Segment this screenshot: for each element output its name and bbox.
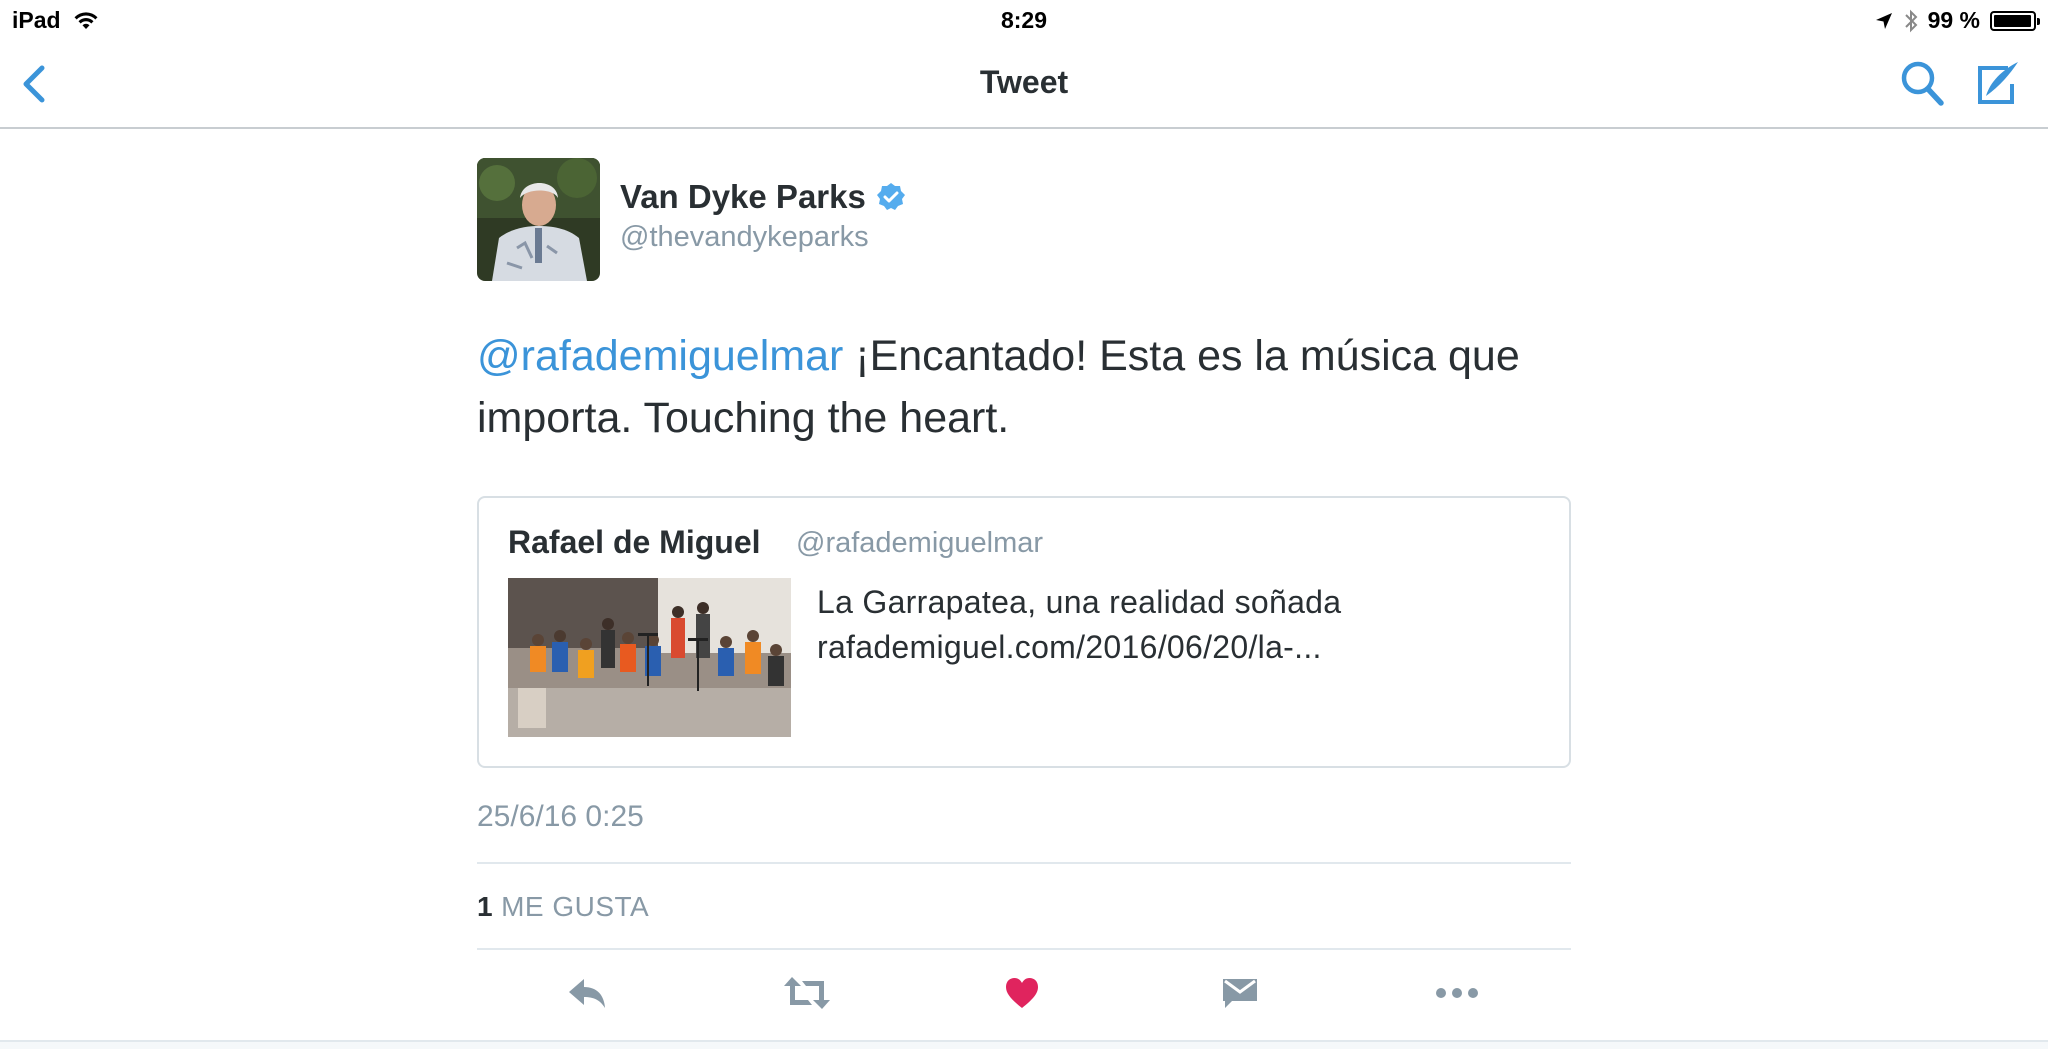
quote-link-title: La Garrapatea, una realidad soñada <box>817 584 1342 620</box>
tweet-timestamp: 25/6/16 0:25 <box>477 800 644 833</box>
quote-link-url[interactable]: rafademiguel.com/2016/06/20/la-... <box>817 629 1322 666</box>
retweet-button[interactable] <box>779 968 835 1018</box>
battery-percent: 99 % <box>1927 7 1980 33</box>
bottom-bar <box>0 1040 2048 1049</box>
heart-icon <box>1006 978 1038 1008</box>
navigation-bar: Tweet <box>0 40 2048 129</box>
search-icon[interactable] <box>1898 58 1946 108</box>
quote-author-handle: @rafademiguelmar <box>796 527 1044 559</box>
likes-summary[interactable]: 1 ME GUSTA <box>477 891 649 923</box>
author-handle[interactable]: @thevandykeparks <box>620 221 869 254</box>
divider <box>477 862 1571 864</box>
status-bar: iPad 8:29 99 % <box>0 0 2048 40</box>
quote-thumbnail <box>508 578 791 737</box>
reply-button[interactable] <box>562 968 612 1018</box>
direct-message-icon <box>1223 979 1257 1008</box>
verified-badge-icon <box>876 183 905 210</box>
compose-icon[interactable] <box>1972 58 2022 108</box>
page-title: Tweet <box>979 64 1069 100</box>
mention-link[interactable]: @rafademiguelmar <box>477 332 843 380</box>
author-name[interactable]: Van Dyke Parks <box>620 178 906 216</box>
quoted-tweet-card[interactable]: Rafael de Miguel @rafademiguelmar La Gar… <box>477 496 1571 768</box>
more-icon <box>1436 988 1478 998</box>
avatar[interactable] <box>477 158 600 281</box>
location-arrow-icon <box>1875 12 1892 29</box>
more-button[interactable] <box>1432 968 1482 1018</box>
likes-count: 1 <box>477 891 494 922</box>
battery-icon <box>1990 10 2040 31</box>
retweet-icon <box>784 977 830 1009</box>
reply-icon <box>569 979 605 1008</box>
likes-label: ME GUSTA <box>501 891 650 922</box>
bluetooth-icon <box>1904 9 1917 32</box>
direct-message-button[interactable] <box>1215 968 1265 1018</box>
like-button[interactable] <box>997 968 1047 1018</box>
status-time: 8:29 <box>1000 7 1048 33</box>
avatar-image <box>477 158 600 281</box>
tweet-actions <box>0 968 2048 1018</box>
quote-author-name: Rafael de Miguel <box>508 524 761 560</box>
status-right: 99 % <box>1874 7 2040 34</box>
author-name-text: Van Dyke Parks <box>620 178 866 215</box>
quote-thumbnail-image <box>508 578 791 737</box>
tweet-text: @rafademiguelmar ¡Encantado! Esta es la … <box>477 325 1587 449</box>
battery-fill <box>1994 14 2032 27</box>
divider <box>477 948 1571 950</box>
